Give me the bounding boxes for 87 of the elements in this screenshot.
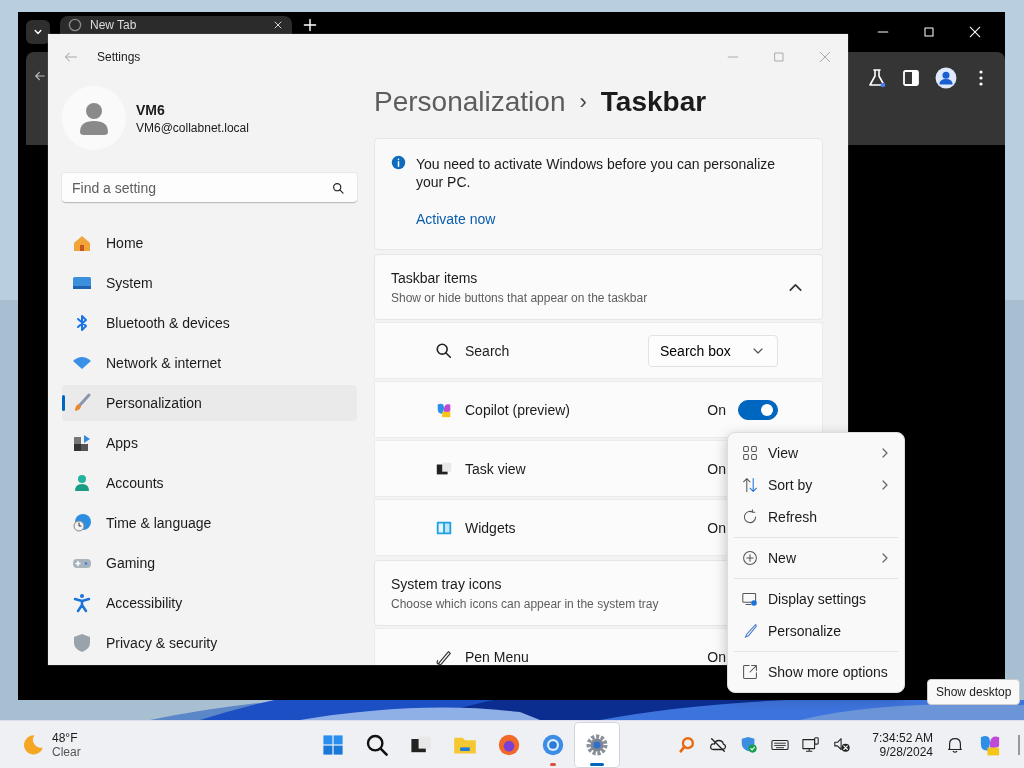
profile-icon[interactable] bbox=[935, 67, 957, 89]
toggle-status: On bbox=[707, 460, 726, 477]
nav-item[interactable]: Apps bbox=[62, 425, 357, 461]
browser-icon bbox=[541, 732, 565, 757]
toggle-status: On bbox=[707, 648, 726, 665]
gear-icon bbox=[585, 732, 609, 757]
setting-label: Copilot (preview) bbox=[465, 401, 572, 418]
nav-item[interactable]: Bluetooth & devices bbox=[62, 305, 357, 341]
brush-icon bbox=[742, 623, 758, 639]
back-icon[interactable] bbox=[34, 70, 46, 82]
banner-message: You need to activate Windows before you can personalize your PC. bbox=[416, 155, 777, 191]
globe-clock-icon bbox=[72, 513, 92, 533]
shield-icon bbox=[72, 633, 92, 653]
search-icon bbox=[365, 732, 389, 757]
setting-label: Pen Menu bbox=[465, 648, 530, 665]
section-description: Show or hide buttons that appear on the taskbar bbox=[391, 290, 648, 305]
window-title: Settings bbox=[97, 50, 141, 64]
bell-icon[interactable] bbox=[946, 735, 964, 754]
nav-item[interactable]: System bbox=[62, 265, 357, 301]
cloud-off-icon[interactable] bbox=[709, 735, 728, 754]
setting-label: Task view bbox=[465, 460, 527, 477]
dropdown[interactable]: Search box bbox=[648, 334, 778, 367]
nav-item[interactable]: Privacy & security bbox=[62, 625, 357, 661]
running-indicator bbox=[550, 762, 556, 766]
shield-check-icon[interactable] bbox=[740, 735, 759, 754]
info-icon bbox=[391, 155, 406, 170]
house-icon bbox=[72, 233, 92, 253]
nav-item[interactable]: Network & internet bbox=[62, 345, 357, 381]
breadcrumb-separator: › bbox=[579, 89, 587, 115]
running-indicator bbox=[590, 762, 604, 766]
close-icon[interactable] bbox=[967, 24, 983, 40]
search-field[interactable]: Find a setting bbox=[62, 173, 357, 203]
grid-icon bbox=[742, 445, 758, 461]
side-panel-icon[interactable] bbox=[901, 68, 921, 88]
flask-icon[interactable] bbox=[867, 68, 887, 88]
chevron-icon bbox=[880, 480, 890, 490]
nav-item[interactable]: Accessibility bbox=[62, 585, 357, 621]
nav-item[interactable]: Gaming bbox=[62, 545, 357, 581]
magnifier-icon[interactable] bbox=[678, 735, 697, 754]
search-icon bbox=[332, 182, 345, 195]
nav-item[interactable]: Time & language bbox=[62, 505, 357, 541]
sort-icon bbox=[742, 477, 758, 493]
weather-condition: Clear bbox=[52, 744, 81, 759]
section-title: Taskbar items bbox=[391, 269, 478, 286]
menu-item[interactable]: Refresh bbox=[728, 501, 904, 533]
menu-item[interactable]: View bbox=[728, 437, 904, 469]
menu-item[interactable]: Sort by bbox=[728, 469, 904, 501]
temperature: 48°F bbox=[52, 730, 79, 745]
section-title: System tray icons bbox=[391, 575, 502, 592]
tab-list-button[interactable] bbox=[26, 20, 50, 44]
maximize-icon[interactable] bbox=[921, 24, 937, 40]
browser-tab[interactable]: New Tab bbox=[60, 16, 292, 34]
user-name: VM6 bbox=[136, 101, 166, 118]
person-icon bbox=[72, 473, 92, 493]
setting-label: Widgets bbox=[465, 519, 517, 536]
chevron-icon bbox=[880, 553, 890, 563]
browser-icon bbox=[497, 732, 521, 757]
menu-item[interactable]: Show more options bbox=[728, 656, 904, 688]
paintbrush-icon bbox=[72, 393, 92, 413]
start-icon bbox=[321, 732, 345, 757]
toggle-status: On bbox=[707, 401, 726, 418]
clock[interactable]: 7:34:52 AM 9/28/2024 bbox=[872, 730, 933, 759]
page-title: Taskbar bbox=[600, 86, 707, 118]
toggle-status: On bbox=[707, 519, 726, 536]
nav-item[interactable]: Accounts bbox=[62, 465, 357, 501]
toggle-switch[interactable] bbox=[738, 399, 778, 420]
activate-link[interactable]: Activate now bbox=[416, 211, 806, 227]
refresh-icon bbox=[742, 509, 758, 525]
plus-circle-icon bbox=[742, 550, 758, 566]
accessibility-icon bbox=[72, 593, 92, 613]
nav-item[interactable]: Home bbox=[62, 225, 357, 261]
tooltip: Show desktop bbox=[927, 679, 1021, 705]
close-icon[interactable] bbox=[272, 19, 284, 31]
network-icon[interactable] bbox=[802, 735, 821, 754]
display-settings-icon bbox=[742, 591, 758, 607]
setting-label: Search bbox=[465, 342, 511, 359]
section-header[interactable]: Taskbar items Show or hide buttons that appear on the taskbar bbox=[374, 254, 823, 320]
chevron-icon bbox=[880, 448, 890, 458]
apps-icon bbox=[72, 433, 92, 453]
new-tab-icon[interactable] bbox=[302, 17, 318, 33]
expand-icon bbox=[742, 664, 758, 680]
nav-item[interactable]: Personalization bbox=[62, 385, 357, 421]
search-icon bbox=[435, 341, 453, 360]
breadcrumb-link[interactable]: Personalization bbox=[374, 86, 566, 118]
speaker-muted-icon[interactable] bbox=[833, 735, 852, 754]
section-description: Choose which icons can appear in the system tray bbox=[391, 596, 659, 611]
user-email: VM6@collabnet.local bbox=[136, 120, 249, 135]
